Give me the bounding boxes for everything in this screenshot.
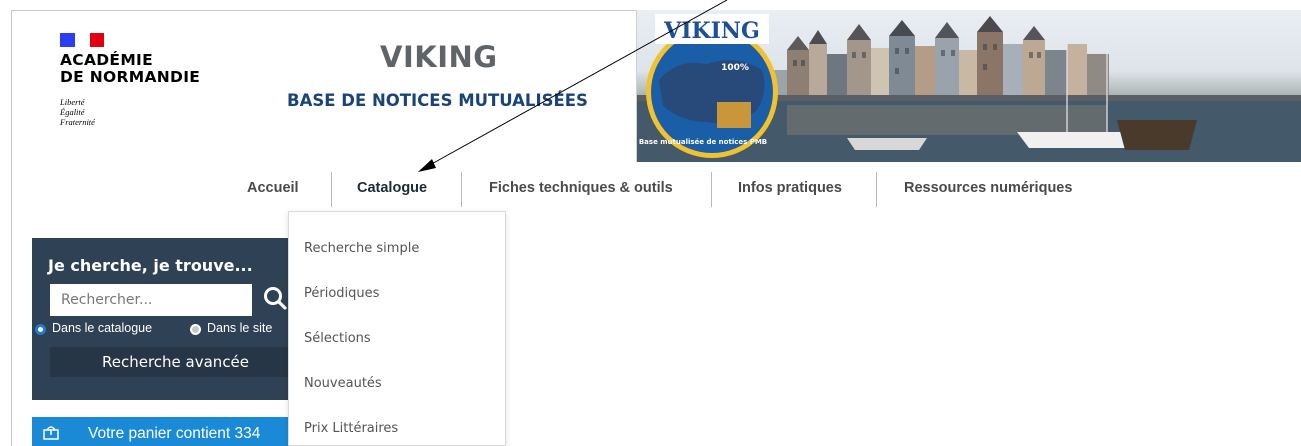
viking-badge-logo[interactable]: VIKING 100% Base mutualisée de notices P…: [637, 10, 787, 160]
nav-item-fiches-techniques[interactable]: Fiches techniques & outils: [489, 172, 673, 208]
menu-item-prix-litteraires[interactable]: Prix Littéraires: [304, 421, 398, 436]
radio-site-label: Dans le site: [207, 321, 273, 335]
site-subtitle: BASE DE NOTICES MUTUALISÉES: [287, 91, 588, 110]
advanced-search-button[interactable]: Recherche avancée: [50, 347, 288, 377]
catalogue-dropdown-menu: Recherche simple Périodiques Sélections …: [288, 211, 506, 446]
basket-icon: [43, 426, 59, 440]
cart-bar[interactable]: Votre panier contient 334: [32, 417, 288, 446]
nav-item-accueil[interactable]: Accueil: [247, 172, 299, 208]
site-title[interactable]: VIKING: [380, 40, 498, 74]
radio-site[interactable]: [190, 324, 201, 335]
motto-egalite: Égalité: [60, 107, 85, 117]
academy-name-line1: ACADÉMIE: [60, 51, 154, 69]
nav-separator: [711, 172, 712, 207]
radio-catalogue[interactable]: [35, 324, 46, 335]
motto-liberte: Liberté: [60, 97, 85, 107]
menu-item-nouveautes[interactable]: Nouveautés: [304, 376, 382, 391]
nav-separator: [461, 172, 462, 207]
motto-fraternite: Fraternité: [60, 117, 95, 127]
search-panel-title: Je cherche, je trouve...: [48, 256, 253, 275]
menu-item-selections[interactable]: Sélections: [304, 331, 371, 346]
nav-separator: [876, 172, 877, 207]
search-icon[interactable]: [262, 285, 288, 313]
badge-percent: 100%: [721, 63, 749, 73]
cart-count-text: Votre panier contient 334: [88, 425, 261, 442]
nav-item-catalogue[interactable]: Catalogue: [357, 172, 427, 208]
badge-caption: Base mutualisée de notices PMB: [639, 138, 767, 146]
badge-title: VIKING: [663, 18, 760, 44]
nav-item-ressources-numeriques[interactable]: Ressources numériques: [904, 172, 1072, 208]
menu-item-periodiques[interactable]: Périodiques: [304, 286, 379, 301]
menu-item-recherche-simple[interactable]: Recherche simple: [304, 241, 419, 256]
academy-logo[interactable]: ACADÉMIE DE NORMANDIE: [60, 52, 200, 86]
nav-item-infos-pratiques[interactable]: Infos pratiques: [738, 172, 842, 208]
nav-separator: [331, 172, 332, 207]
academy-name-line2: DE NORMANDIE: [60, 68, 201, 86]
radio-catalogue-label: Dans le catalogue: [52, 321, 153, 335]
search-panel: Je cherche, je trouve... Rechercher... D…: [32, 238, 288, 400]
search-input[interactable]: Rechercher...: [50, 284, 252, 316]
republic-motto: Liberté Égalité Fraternité: [60, 97, 95, 127]
harbour-banner-image: VIKING 100% Base mutualisée de notices P…: [636, 10, 1301, 162]
marianne-flag-icon: [60, 33, 104, 47]
